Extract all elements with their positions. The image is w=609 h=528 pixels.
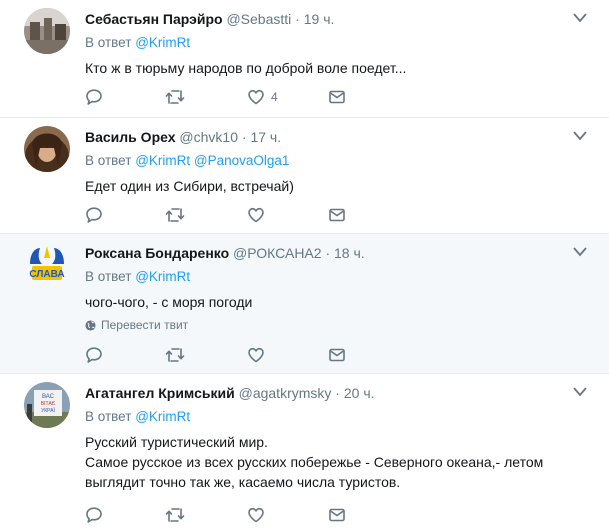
separator-dot: ·	[295, 11, 300, 27]
reply-button[interactable]	[85, 88, 103, 106]
reply-prefix: В ответ	[85, 269, 132, 284]
like-button[interactable]	[247, 346, 271, 364]
reply-button[interactable]	[85, 506, 103, 524]
retweet-button[interactable]	[165, 346, 185, 364]
avatar[interactable]	[24, 8, 70, 54]
display-name[interactable]: Роксана Бондаренко	[85, 245, 229, 261]
translate-tweet-link[interactable]: Перевести твит	[85, 318, 597, 332]
avatar[interactable]	[24, 126, 70, 172]
timestamp[interactable]: 18 ч.	[334, 245, 365, 261]
reply-context: В ответ @KrimRt	[85, 34, 597, 52]
direct-message-button[interactable]	[328, 346, 346, 364]
mention-link[interactable]: @KrimRt	[135, 269, 190, 284]
like-icon	[248, 507, 264, 523]
tweet-text-line: Кто ж в тюрьму народов по доброй воле по…	[85, 60, 407, 76]
username[interactable]: @chvk10	[179, 129, 238, 145]
retweet-button[interactable]	[165, 206, 185, 224]
separator-dot: ·	[335, 385, 340, 401]
reply-prefix: В ответ	[85, 153, 132, 168]
chevron-down-icon[interactable]	[573, 131, 587, 141]
display-name[interactable]: Себастьян Парэйро	[85, 11, 223, 27]
username[interactable]: @Sebastti	[226, 11, 291, 27]
like-count: 4	[271, 90, 278, 104]
direct-message-icon	[329, 90, 345, 104]
like-button[interactable]: 4	[247, 88, 278, 106]
retweet-icon	[165, 208, 185, 222]
chevron-down-icon[interactable]	[573, 13, 587, 23]
reply-button[interactable]	[85, 206, 103, 224]
retweet-button[interactable]	[165, 506, 185, 524]
reply-icon	[86, 89, 102, 105]
timestamp[interactable]: 20 ч.	[344, 385, 375, 401]
reply-icon	[86, 207, 102, 223]
mention-link[interactable]: @KrimRt	[135, 409, 190, 424]
reply-context: В ответ @KrimRt	[85, 408, 597, 426]
like-button[interactable]	[247, 506, 271, 524]
reply-prefix: В ответ	[85, 409, 132, 424]
mention-link[interactable]: @KrimRt	[135, 35, 190, 50]
tweet-text-line: выглядит точно так же, касаемо числа тур…	[85, 474, 401, 490]
like-button[interactable]	[247, 206, 271, 224]
direct-message-icon	[329, 508, 345, 522]
separator-dot: ·	[325, 245, 331, 261]
direct-message-button[interactable]	[328, 206, 346, 224]
replies-feed: Себастьян Парэйро @Sebastti · 19 ч. В от…	[0, 0, 609, 524]
svg-text:ВІТАЄ: ВІТАЄ	[41, 401, 56, 407]
svg-text:ВАС: ВАС	[42, 394, 55, 400]
direct-message-button[interactable]	[328, 88, 346, 106]
direct-message-icon	[329, 348, 345, 362]
reply-context: В ответ @KrimRt	[85, 268, 597, 286]
tweet-text-line: чого-чого, - с моря погоди	[85, 294, 253, 310]
reply-icon	[86, 347, 102, 363]
avatar[interactable]: ВАС ВІТАЄ УКРАЇ	[24, 382, 70, 428]
tweet-text-line: Русский туристический мир.	[85, 434, 268, 450]
tweet-text: Едет один из Сибири, встречай)	[85, 176, 597, 196]
tweet-agatkrymsky[interactable]: ВАС ВІТАЄ УКРАЇ Агатангел Кримський @aga…	[0, 374, 609, 524]
reply-prefix: В ответ	[85, 35, 132, 50]
direct-message-button[interactable]	[328, 506, 346, 524]
timestamp[interactable]: 19 ч.	[304, 11, 335, 27]
globe-icon	[85, 319, 96, 331]
username[interactable]: @РОКСАНА2	[233, 245, 322, 261]
mention-link[interactable]: @KrimRt	[135, 153, 190, 168]
retweet-icon	[165, 348, 185, 362]
svg-text:СЛАВА: СЛАВА	[29, 269, 64, 280]
reply-icon	[86, 507, 102, 523]
tweet-text: Кто ж в тюрьму народов по доброй воле по…	[85, 58, 597, 78]
display-name[interactable]: Агатангел Кримський	[85, 385, 235, 401]
chevron-down-icon[interactable]	[573, 387, 587, 397]
avatar[interactable]: СЛАВА	[24, 242, 70, 288]
reply-context: В ответ @KrimRt @PanovaOlga1	[85, 152, 597, 170]
retweet-icon	[165, 508, 185, 522]
tweet-chvk10[interactable]: Василь Орех @chvk10 · 17 ч. В ответ @Kri…	[0, 118, 609, 234]
translate-label[interactable]: Перевести твит	[101, 318, 188, 332]
timestamp[interactable]: 17 ч.	[250, 129, 281, 145]
retweet-icon	[165, 90, 185, 104]
tweet-roksana2[interactable]: СЛАВА Роксана Бондаренко @РОКСАНА2 · 18 …	[0, 234, 609, 374]
tweet-sebastti[interactable]: Себастьян Парэйро @Sebastti · 19 ч. В от…	[0, 0, 609, 118]
separator-dot: ·	[241, 129, 247, 145]
reply-button[interactable]	[85, 346, 103, 364]
retweet-button[interactable]	[165, 88, 185, 106]
like-icon	[248, 89, 264, 105]
tweet-text: Русский туристический мир. Самое русское…	[85, 432, 597, 492]
svg-text:УКРАЇ: УКРАЇ	[41, 407, 55, 414]
like-icon	[248, 347, 264, 363]
like-icon	[248, 207, 264, 223]
chevron-down-icon[interactable]	[573, 247, 587, 257]
mention-link[interactable]: @PanovaOlga1	[194, 153, 290, 168]
tweet-text-line: Самое русское из всех русских побережье …	[85, 454, 544, 470]
direct-message-icon	[329, 208, 345, 222]
display-name[interactable]: Василь Орех	[85, 129, 176, 145]
tweet-text-line: Едет один из Сибири, встречай)	[85, 178, 294, 194]
username[interactable]: @agatkrymsky	[239, 385, 332, 401]
tweet-text: чого-чого, - с моря погоди	[85, 292, 597, 312]
